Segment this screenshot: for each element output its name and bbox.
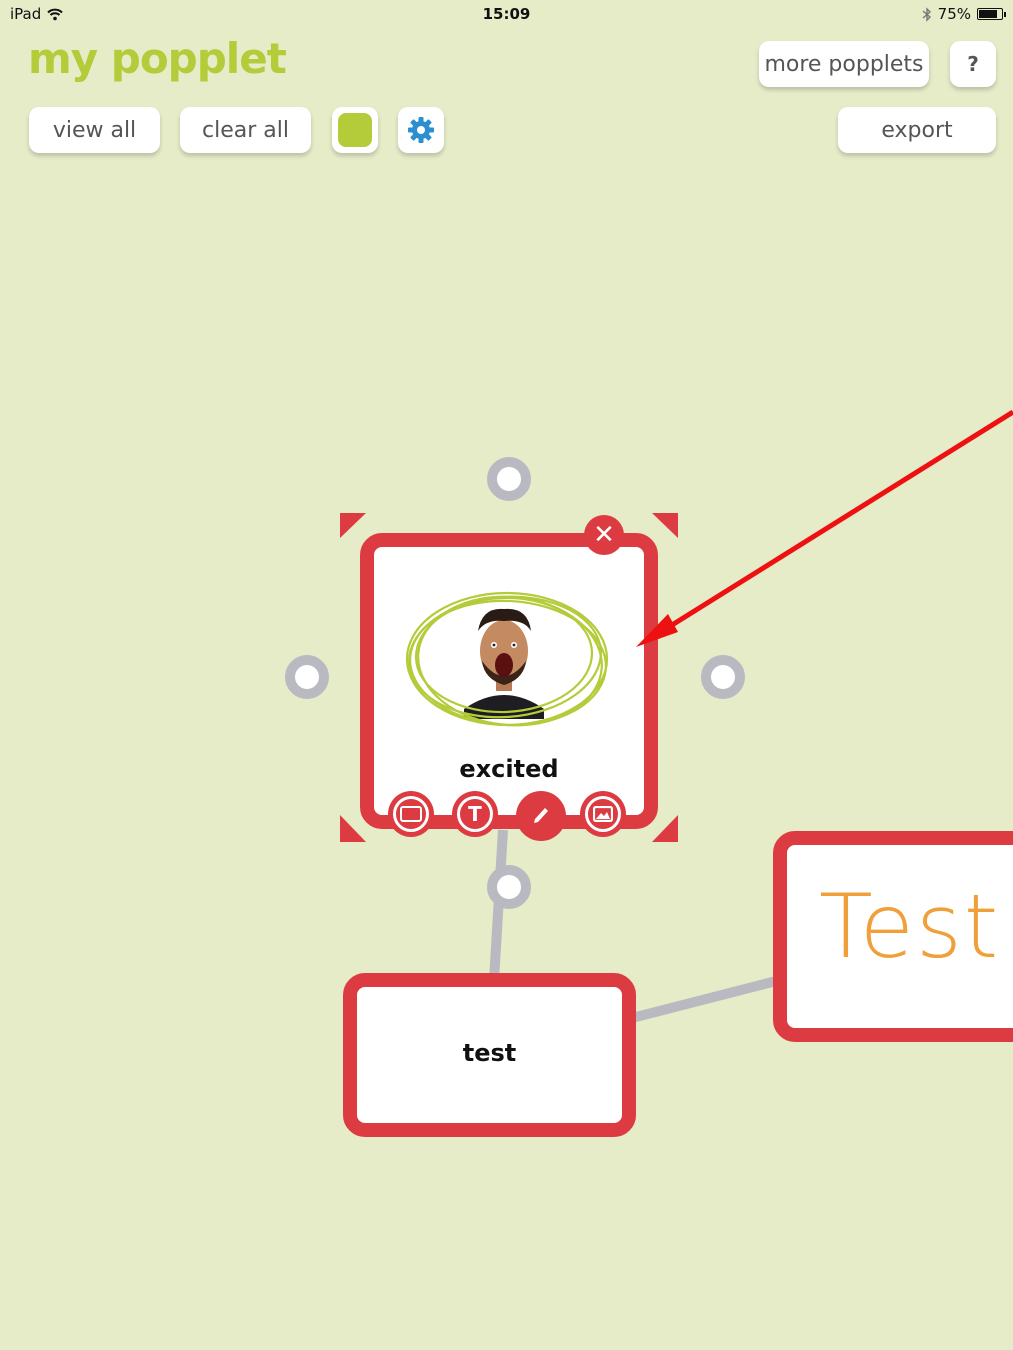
- popplet-canvas[interactable]: iPad 15:09 75% my popplet more popplets …: [0, 0, 1013, 1350]
- annotation-arrow: [646, 409, 1013, 643]
- annotation-arrow-head: [636, 614, 678, 647]
- annotation-layer: [636, 409, 1013, 647]
